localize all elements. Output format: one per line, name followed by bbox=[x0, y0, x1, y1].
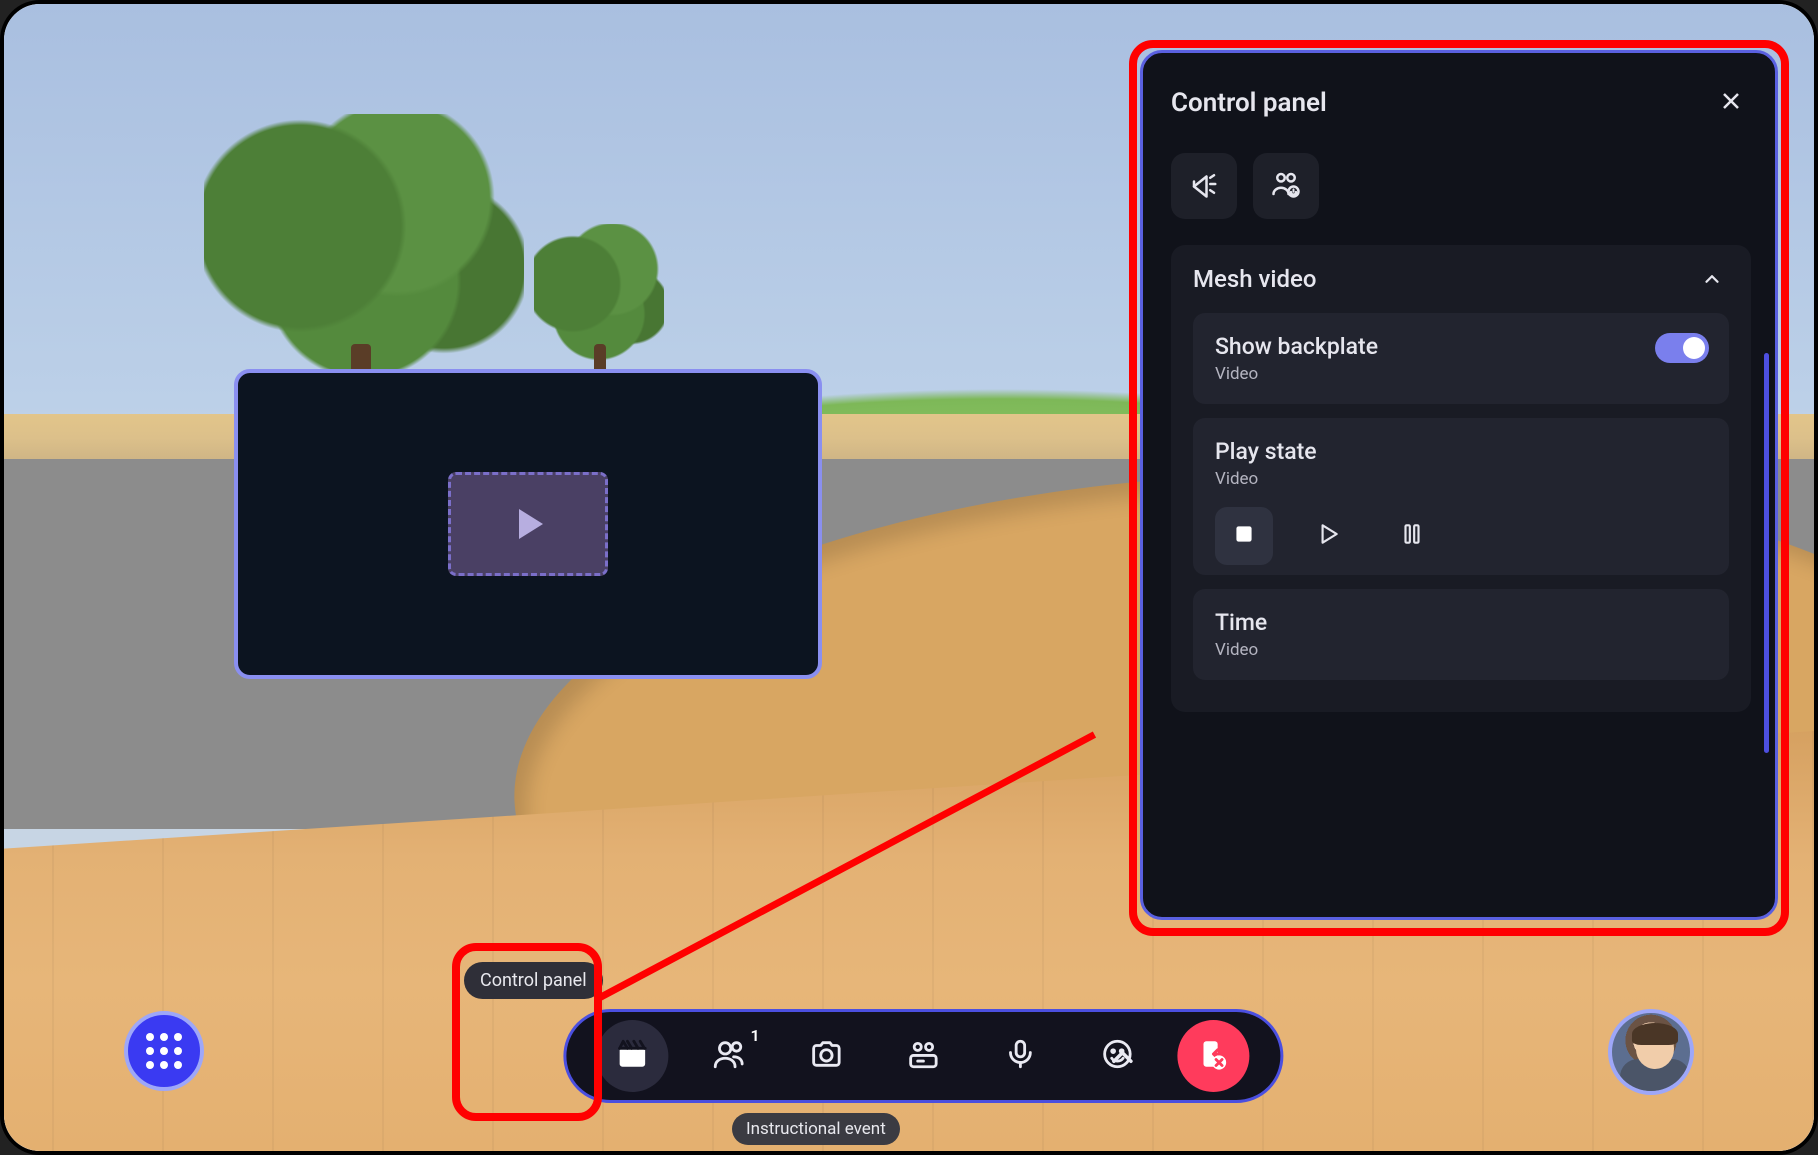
participant-count: 1 bbox=[751, 1026, 760, 1045]
leave-button[interactable] bbox=[1178, 1020, 1250, 1092]
play-icon bbox=[519, 509, 543, 539]
play-button[interactable] bbox=[1299, 507, 1357, 565]
participants-button[interactable]: 1 bbox=[694, 1020, 766, 1092]
app-frame: Control panel 1 bbox=[0, 0, 1818, 1155]
grid-icon bbox=[146, 1033, 182, 1069]
panel-title: Control panel bbox=[1171, 88, 1327, 118]
control-panel-button[interactable] bbox=[597, 1020, 669, 1092]
people-icon bbox=[713, 1037, 747, 1075]
card-show-backplate: Show backplate Video bbox=[1193, 313, 1729, 404]
close-button[interactable] bbox=[1711, 83, 1751, 123]
toolbar: 1 bbox=[563, 1009, 1283, 1103]
microphone-button[interactable] bbox=[984, 1020, 1056, 1092]
world-video-panel[interactable] bbox=[234, 369, 822, 679]
chevron-up-icon bbox=[1701, 268, 1723, 290]
video-placeholder[interactable] bbox=[448, 472, 608, 576]
card-sublabel: Video bbox=[1215, 640, 1707, 660]
stop-icon bbox=[1231, 521, 1257, 551]
close-icon bbox=[1719, 89, 1743, 117]
megaphone-icon bbox=[1189, 169, 1219, 203]
main-menu-button[interactable] bbox=[124, 1011, 204, 1091]
play-icon bbox=[1315, 521, 1341, 551]
screen-share-icon bbox=[906, 1037, 940, 1075]
camera-button[interactable] bbox=[791, 1020, 863, 1092]
card-label: Time bbox=[1215, 609, 1707, 636]
mute-all-button[interactable] bbox=[1253, 153, 1319, 219]
card-time: Time Video bbox=[1193, 589, 1729, 680]
card-sublabel: Video bbox=[1215, 364, 1707, 384]
scene-tree bbox=[534, 224, 664, 374]
tooltip-control-panel: Control panel bbox=[464, 962, 603, 999]
megaphone-button[interactable] bbox=[1171, 153, 1237, 219]
screen-share-button[interactable] bbox=[887, 1020, 959, 1092]
chevron-up-icon bbox=[1105, 1040, 1139, 1078]
reactions-button[interactable] bbox=[1081, 1020, 1153, 1092]
microphone-icon bbox=[1003, 1037, 1037, 1075]
clapperboard-icon bbox=[616, 1037, 650, 1075]
scrollbar[interactable] bbox=[1764, 353, 1769, 753]
scene-tree bbox=[204, 114, 524, 394]
stop-button[interactable] bbox=[1215, 507, 1273, 565]
section-title: Mesh video bbox=[1193, 265, 1317, 293]
people-mute-icon bbox=[1271, 169, 1301, 203]
card-play-state: Play state Video bbox=[1193, 418, 1729, 575]
toggle-show-backplate[interactable] bbox=[1655, 333, 1709, 363]
card-label: Show backplate bbox=[1215, 333, 1707, 360]
card-sublabel: Video bbox=[1215, 469, 1707, 489]
avatar-button[interactable] bbox=[1608, 1009, 1694, 1095]
pause-button[interactable] bbox=[1383, 507, 1441, 565]
pause-icon bbox=[1399, 521, 1425, 551]
control-panel: Control panel Mesh video bbox=[1140, 50, 1778, 920]
leave-icon bbox=[1197, 1037, 1231, 1075]
card-label: Play state bbox=[1215, 438, 1707, 465]
section-mesh-video: Mesh video Show backplate Video Play sta… bbox=[1171, 245, 1751, 712]
section-header[interactable]: Mesh video bbox=[1193, 265, 1729, 293]
tooltip-instructional-event: Instructional event bbox=[732, 1113, 900, 1145]
camera-icon bbox=[810, 1037, 844, 1075]
